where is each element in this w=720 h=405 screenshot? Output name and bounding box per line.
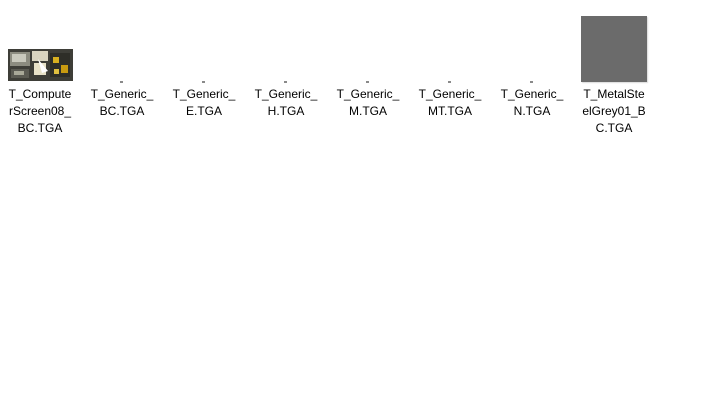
blank-thumbnail-icon [120, 81, 123, 83]
blank-thumbnail-icon [530, 81, 533, 83]
file-name-label: T_Generic_ E.TGA [172, 87, 236, 118]
file-name-label: T_Generic_ BC.TGA [90, 87, 154, 118]
computer-screen-thumbnail-image [8, 49, 73, 81]
blank-thumbnail-icon [284, 81, 287, 83]
file-thumbnail [576, 14, 652, 82]
file-name-label: T_Generic_ MT.TGA [418, 87, 482, 118]
blank-thumbnail-icon [366, 81, 369, 83]
file-thumbnail [84, 14, 160, 83]
blank-thumbnail-icon [448, 81, 451, 83]
file-thumbnail [166, 14, 242, 83]
file-item-t-metalsteelgrey01-bc[interactable]: T_MetalSte elGrey01_B C.TGA [576, 14, 652, 140]
file-list-view: T_Compute rScreen08_ BC.TGA T_Generic_ B… [0, 0, 720, 405]
file-item-t-generic-e[interactable]: T_Generic_ E.TGA [166, 14, 242, 140]
file-name-label: T_Generic_ M.TGA [336, 87, 400, 118]
file-item-t-generic-h[interactable]: T_Generic_ H.TGA [248, 14, 324, 140]
blank-thumbnail-icon [202, 81, 205, 83]
file-name-label: T_MetalSte elGrey01_B C.TGA [582, 87, 646, 135]
file-name-label: T_Compute rScreen08_ BC.TGA [8, 87, 72, 135]
file-thumbnail [412, 14, 488, 83]
file-thumbnail [494, 14, 570, 83]
file-thumbnail [330, 14, 406, 83]
file-thumbnail [248, 14, 324, 83]
grey-metal-thumbnail-image [581, 16, 647, 82]
file-thumbnail [2, 14, 78, 82]
file-item-t-generic-n[interactable]: T_Generic_ N.TGA [494, 14, 570, 140]
file-item-t-computerscreen08-bc[interactable]: T_Compute rScreen08_ BC.TGA [2, 14, 78, 140]
file-name-label: T_Generic_ N.TGA [500, 87, 564, 118]
file-item-t-generic-mt[interactable]: T_Generic_ MT.TGA [412, 14, 488, 140]
file-item-t-generic-bc[interactable]: T_Generic_ BC.TGA [84, 14, 160, 140]
file-item-t-generic-m[interactable]: T_Generic_ M.TGA [330, 14, 406, 140]
file-name-label: T_Generic_ H.TGA [254, 87, 318, 118]
